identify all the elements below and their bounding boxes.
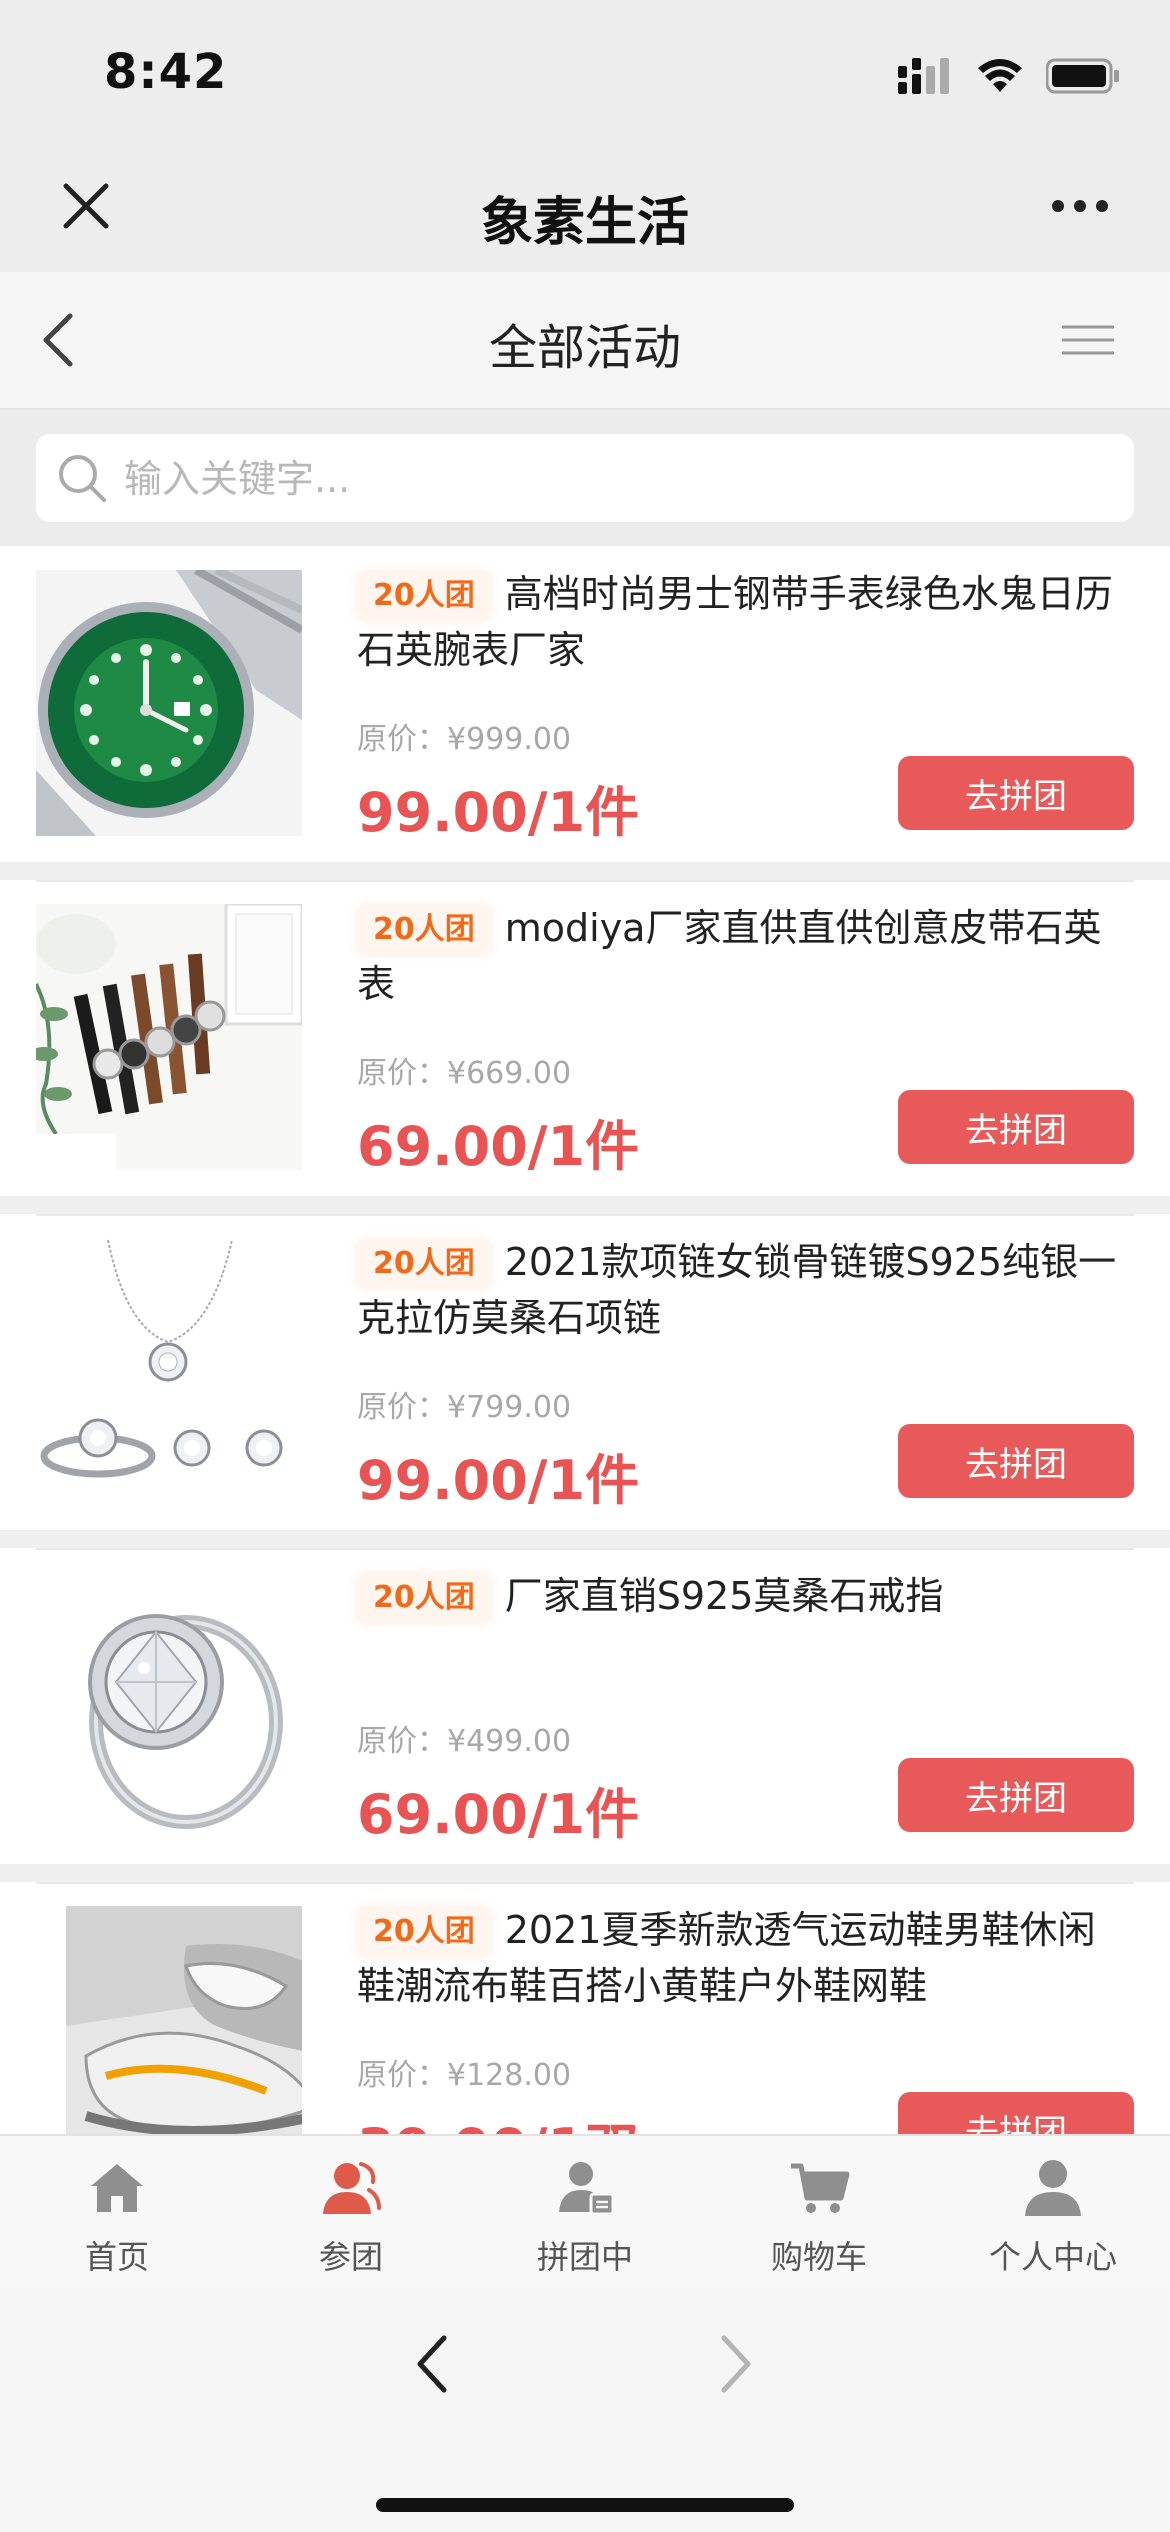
original-price: 原价：¥799.00 [357, 1390, 572, 1425]
group-size-badge: 20人团 [357, 1908, 491, 1956]
browser-nav-bar [0, 2288, 1170, 2532]
tab-profile[interactable]: 个人中心 [936, 2136, 1170, 2290]
tab-cart[interactable]: 购物车 [702, 2136, 936, 2290]
join-group-button[interactable]: 去拼团 [898, 2092, 1134, 2134]
join-group-icon [323, 2162, 381, 2214]
group-size-badge: 20人团 [357, 1240, 491, 1288]
card-divider [36, 880, 1134, 882]
leather-watches-image [36, 904, 302, 1170]
tab-label: 首页 [84, 2238, 149, 2276]
search-bar [0, 410, 1170, 546]
home-icon [91, 2164, 143, 2212]
product-image[interactable] [36, 1572, 302, 1838]
tab-label: 参团 [318, 2238, 383, 2276]
product-title-line: 20人团 2021款项链女锁骨链镀S925纯银一克拉仿莫桑石项链 [357, 1234, 1127, 1346]
group-price: 69.00/1件 [357, 1783, 640, 1846]
original-price: 原价：¥499.00 [357, 1724, 572, 1759]
status-time: 8:42 [104, 44, 228, 100]
battery-icon [1046, 58, 1119, 94]
tab-join-group[interactable]: 参团 [234, 2136, 468, 2290]
join-group-button[interactable]: 去拼团 [898, 1758, 1134, 1832]
status-bar: 8:42 [0, 0, 1170, 140]
cellular-signal-icon [898, 58, 949, 94]
browser-back-icon[interactable] [412, 2332, 452, 2396]
tab-label: 拼团中 [536, 2238, 633, 2276]
in-group-icon [559, 2162, 615, 2216]
original-price: 原价：¥999.00 [357, 722, 572, 757]
product-image[interactable] [36, 904, 302, 1170]
group-price: 39.00/1双 [357, 2104, 639, 2134]
product-card[interactable]: 20人团 高档时尚男士钢带手表绿色水鬼日历石英腕表厂家 原价：¥999.00 99… [0, 546, 1170, 862]
group-price: 69.00/1件 [357, 1115, 640, 1178]
page-header: 全部活动 [0, 272, 1170, 410]
search-input[interactable] [122, 434, 1106, 524]
wechat-title-bar: 象素生活 [0, 140, 1170, 272]
join-group-button[interactable]: 去拼团 [898, 1090, 1134, 1164]
product-image[interactable] [66, 1906, 302, 2134]
wechat-title: 象素生活 [480, 193, 689, 253]
product-title-line: 20人团 厂家直销S925莫桑石戒指 [357, 1568, 1127, 1624]
product-title: 厂家直销S925莫桑石戒指 [504, 1574, 944, 1618]
search-box[interactable] [36, 434, 1134, 524]
tab-in-group[interactable]: 拼团中 [468, 2136, 702, 2290]
group-size-badge: 20人团 [357, 572, 491, 620]
more-icon[interactable] [1050, 196, 1110, 216]
join-group-button[interactable]: 去拼团 [898, 1424, 1134, 1498]
watch-image [36, 570, 302, 836]
ring-image [36, 1572, 302, 1838]
group-size-badge: 20人团 [357, 906, 491, 954]
profile-icon [1025, 2160, 1081, 2216]
group-size-badge: 20人团 [357, 1574, 491, 1622]
page-title: 全部活动 [488, 320, 681, 376]
wifi-icon [978, 59, 1022, 92]
original-price: 原价：¥669.00 [357, 1056, 572, 1091]
product-image[interactable] [36, 1238, 302, 1504]
product-card[interactable]: 20人团 厂家直销S925莫桑石戒指 原价：¥499.00 69.00/1件 去拼… [0, 1548, 1170, 1864]
sneakers-image [66, 1906, 302, 2134]
search-icon [59, 455, 106, 502]
group-price: 99.00/1件 [357, 1449, 640, 1512]
card-divider [36, 1548, 1134, 1550]
original-price: 原价：¥128.00 [357, 2058, 572, 2093]
product-title-line: 20人团 2021夏季新款透气运动鞋男鞋休闲鞋潮流布鞋百搭小黄鞋户外鞋网鞋 [357, 1902, 1127, 2014]
product-image[interactable] [36, 570, 302, 836]
join-group-button[interactable]: 去拼团 [898, 756, 1134, 830]
cart-icon [791, 2163, 850, 2213]
necklace-image [36, 1238, 302, 1504]
group-price: 99.00/1件 [357, 781, 640, 844]
card-divider [36, 1214, 1134, 1216]
tab-home[interactable]: 首页 [0, 2136, 234, 2290]
status-icons [898, 56, 1120, 96]
bottom-tab-bar: 首页 参团 拼团中 购物车 个人中心 [0, 2134, 1170, 2290]
product-list: 20人团 高档时尚男士钢带手表绿色水鬼日历石英腕表厂家 原价：¥999.00 99… [0, 546, 1170, 2134]
product-title-line: 20人团 高档时尚男士钢带手表绿色水鬼日历石英腕表厂家 [357, 566, 1127, 678]
menu-icon[interactable] [1062, 324, 1114, 356]
tab-label: 购物车 [770, 2238, 867, 2276]
browser-forward-icon[interactable] [716, 2332, 756, 2396]
card-divider [36, 1882, 1134, 1884]
product-card[interactable]: 20人团 2021款项链女锁骨链镀S925纯银一克拉仿莫桑石项链 原价：¥799.… [0, 1214, 1170, 1530]
product-title-line: 20人团 modiya厂家直供直供创意皮带石英表 [357, 900, 1127, 1012]
product-card[interactable]: 20人团 2021夏季新款透气运动鞋男鞋休闲鞋潮流布鞋百搭小黄鞋户外鞋网鞋 原价：… [0, 1882, 1170, 2134]
home-indicator [376, 2498, 794, 2512]
product-card[interactable]: 20人团 modiya厂家直供直供创意皮带石英表 原价：¥669.00 69.00… [0, 880, 1170, 1196]
tab-label: 个人中心 [988, 2238, 1117, 2276]
